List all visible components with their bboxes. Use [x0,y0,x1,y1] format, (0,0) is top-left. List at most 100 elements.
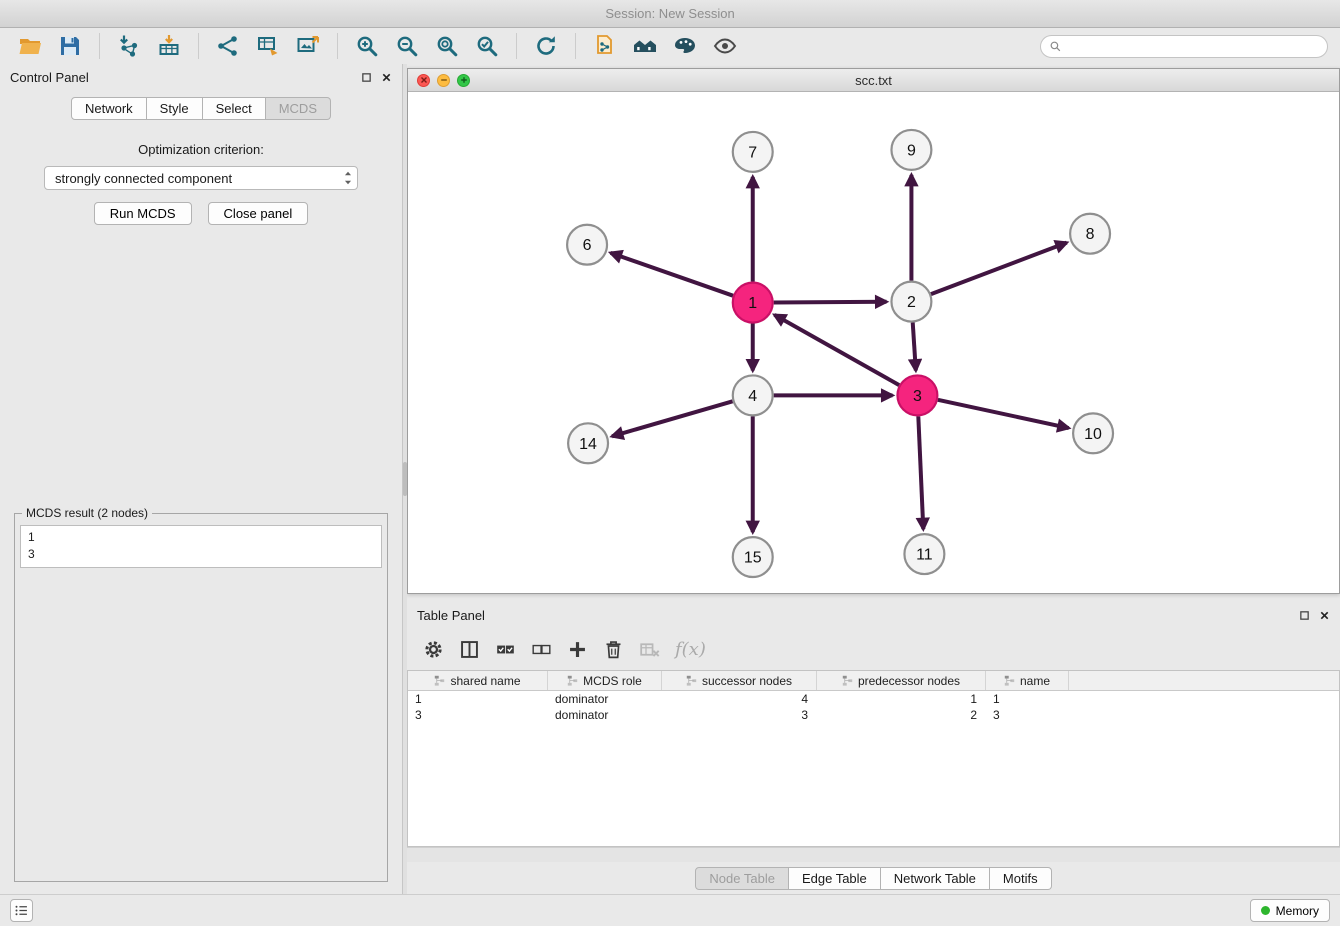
table-cell[interactable]: 1 [817,691,986,707]
mcds-result-line: 1 [28,529,374,546]
graph-edge-1-6[interactable] [611,253,733,296]
zoom-selected-button[interactable] [469,31,505,61]
float-table-panel-icon[interactable] [1299,610,1310,621]
zoom-fit-button[interactable] [429,31,465,61]
toolbar-separator [575,33,576,59]
tab-style[interactable]: Style [147,97,203,120]
column-header-shared-name[interactable]: shared name [408,671,548,690]
table-scrollbar-strip[interactable] [407,847,1340,862]
table-cell[interactable]: 2 [817,707,986,723]
run-mcds-button[interactable]: Run MCDS [94,202,192,225]
import-table-button[interactable] [151,31,187,61]
column-header-mcds-role[interactable]: MCDS role [548,671,662,690]
new-network-button[interactable] [210,31,246,61]
tab-edge-table[interactable]: Edge Table [789,867,881,890]
window-minimize-button[interactable] [437,74,450,87]
optimization-criterion-label: Optimization criterion: [14,142,388,157]
panel-splitter[interactable] [402,64,407,894]
column-header-name[interactable]: name [986,671,1069,690]
table-tabs: Node Table Edge Table Network Table Moti… [407,862,1340,894]
table-cell[interactable]: 4 [662,691,817,707]
deselect-all-button[interactable] [531,639,552,660]
table-row[interactable]: 3dominator323 [408,707,1339,723]
select-all-button[interactable] [495,639,516,660]
mcds-result-text[interactable]: 1 3 [20,525,382,568]
node-table-header: shared name MCDS role successor nodes [408,671,1339,691]
tab-network-table[interactable]: Network Table [881,867,990,890]
show-panels-button[interactable] [10,899,33,922]
search-input[interactable] [1067,39,1319,53]
float-panel-icon[interactable] [361,72,372,83]
column-header-successor-nodes[interactable]: successor nodes [662,671,817,690]
show-hide-button[interactable] [707,31,743,61]
graph-edge-2-8[interactable] [931,243,1067,294]
delete-table-icon [639,639,660,660]
import-network-button[interactable] [111,31,147,61]
fx-icon: f(x) [675,639,706,660]
delete-row-button[interactable] [603,639,624,660]
graph-edge-4-14[interactable] [612,401,733,436]
refresh-button[interactable] [528,31,564,61]
graph-edge-3-11[interactable] [918,416,923,529]
table-cell[interactable]: dominator [548,691,662,707]
graph-edge-3-1[interactable] [774,315,899,385]
graph-node-label: 2 [907,294,916,311]
tab-network[interactable]: Network [71,97,147,120]
tab-mcds[interactable]: MCDS [266,97,331,120]
close-table-panel-icon[interactable] [1319,610,1330,621]
save-session-button[interactable] [52,31,88,61]
dropdown-arrows-icon [342,169,354,187]
table-settings-button[interactable] [423,639,444,660]
import-table-icon [157,34,181,58]
table-cell[interactable]: 3 [408,707,548,723]
delete-table-button[interactable] [639,639,660,660]
show-columns-button[interactable] [459,639,480,660]
splitter-handle[interactable] [403,462,407,496]
tab-node-table[interactable]: Node Table [695,867,789,890]
graph-edge-3-10[interactable] [938,400,1069,428]
graph-node-label: 10 [1084,426,1102,443]
node-table-body[interactable]: 1dominator4113dominator323 [408,691,1339,846]
network-graph-svg[interactable]: 1234678910111415 [408,92,1339,593]
close-panel-icon[interactable] [381,72,392,83]
open-folder-icon [18,34,42,58]
close-panel-button[interactable]: Close panel [208,202,309,225]
window-title: Session: New Session [605,6,734,21]
window-close-button[interactable] [417,74,430,87]
home-panels-button[interactable] [627,31,663,61]
zoom-out-button[interactable] [389,31,425,61]
graph-edge-1-2[interactable] [774,302,887,303]
criterion-dropdown[interactable]: strongly connected component [44,166,358,190]
table-cell[interactable]: 3 [662,707,817,723]
table-cell[interactable]: 1 [408,691,548,707]
window-zoom-button[interactable] [457,74,470,87]
tab-select[interactable]: Select [203,97,266,120]
add-row-button[interactable] [567,639,588,660]
table-cell[interactable]: 3 [986,707,1069,723]
apply-style-button[interactable] [667,31,703,61]
open-file-button[interactable] [12,31,48,61]
zoom-in-button[interactable] [349,31,385,61]
memory-button[interactable]: Memory [1250,899,1330,922]
toolbar-separator [516,33,517,59]
graph-node-label: 8 [1086,226,1095,243]
workspace-column: scc.txt 1234678910111415 Table Panel [407,64,1340,894]
main-toolbar [0,28,1340,64]
export-table-button[interactable] [250,31,286,61]
table-cell[interactable]: 1 [986,691,1069,707]
network-canvas[interactable]: 1234678910111415 [408,92,1339,593]
tab-motifs[interactable]: Motifs [990,867,1052,890]
table-cell[interactable]: dominator [548,707,662,723]
table-row[interactable]: 1dominator411 [408,691,1339,707]
palette-icon [673,34,697,58]
graph-edge-2-3[interactable] [913,323,916,371]
network-window-titlebar[interactable]: scc.txt [408,69,1339,92]
export-image-button[interactable] [290,31,326,61]
column-header-predecessor-nodes[interactable]: predecessor nodes [817,671,986,690]
memory-label: Memory [1276,904,1319,918]
function-builder-button[interactable]: f(x) [675,639,706,660]
column-tree-icon [686,675,697,686]
network-window-title: scc.txt [408,73,1339,88]
clone-network-button[interactable] [587,31,623,61]
search-box[interactable] [1040,35,1328,58]
